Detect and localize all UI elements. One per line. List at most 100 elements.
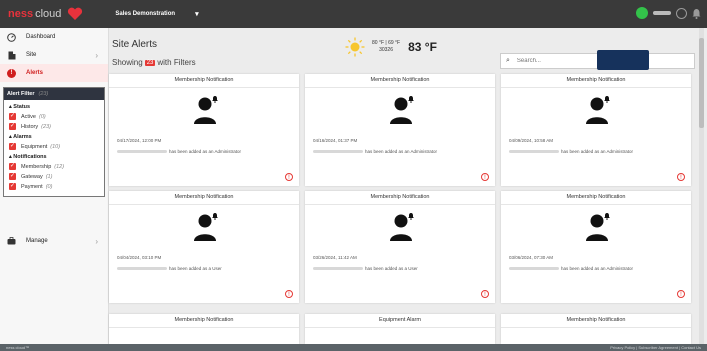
email-redacted bbox=[509, 150, 559, 153]
site-selector[interactable]: Sales Demonstration ▾ bbox=[115, 10, 198, 18]
count-badge: 23 bbox=[144, 59, 156, 66]
sidebar-item-dashboard[interactable]: Dashboard bbox=[0, 28, 108, 46]
bell-icon[interactable] bbox=[692, 8, 701, 19]
alert-card-title: Membership Notification bbox=[109, 74, 299, 88]
alert-count-summary: Showing 23 with Filters bbox=[112, 58, 196, 67]
user-bell-icon bbox=[390, 96, 414, 124]
filter-item-label: Payment bbox=[21, 183, 43, 190]
sidebar-item-manage[interactable]: Manage › bbox=[0, 232, 108, 250]
sidebar-item-label: Site bbox=[26, 52, 37, 58]
filter-item-label: Membership bbox=[21, 163, 52, 170]
user-bell-icon bbox=[194, 213, 218, 241]
alert-filter-title: Alert Filter bbox=[7, 91, 35, 97]
briefcase-icon bbox=[7, 237, 16, 246]
alert-message-text: has been added as a User bbox=[365, 266, 418, 271]
alert-card[interactable]: Membership Notification bbox=[501, 314, 691, 344]
alert-card-title: Membership Notification bbox=[109, 191, 299, 205]
sidebar-item-alerts[interactable]: ! Alerts bbox=[0, 64, 108, 82]
user-bell-icon bbox=[586, 96, 610, 124]
filter-item-equipment[interactable]: ✓ Equipment (10) bbox=[9, 143, 104, 150]
checkbox[interactable]: ✓ bbox=[9, 163, 16, 170]
brand-name-part2: cloud bbox=[35, 8, 62, 20]
header-actions bbox=[636, 7, 701, 19]
filter-group-label: Alarms bbox=[13, 134, 32, 140]
email-redacted bbox=[509, 267, 559, 270]
filter-item-membership[interactable]: ✓ Membership (12) bbox=[9, 163, 104, 170]
checkbox[interactable]: ✓ bbox=[9, 183, 16, 190]
top-bar: ness cloud Sales Demonstration ▾ bbox=[0, 0, 707, 28]
chevron-right-icon: › bbox=[95, 236, 98, 246]
alert-card-title: Membership Notification bbox=[501, 314, 691, 328]
checkbox[interactable]: ✓ bbox=[9, 113, 16, 120]
alert-card[interactable]: Membership Notification 04/04/2024, 03:1… bbox=[109, 191, 299, 303]
alert-card[interactable]: Membership Notification 04/09/2024, 10:5… bbox=[501, 74, 691, 186]
filter-group-label: Notifications bbox=[13, 154, 47, 160]
user-bell-icon bbox=[586, 213, 610, 241]
weather-details: 80 °F | 69 °F 30326 bbox=[372, 40, 400, 54]
warning-icon[interactable]: ! bbox=[285, 290, 293, 298]
alert-card-title: Membership Notification bbox=[305, 191, 495, 205]
scrollbar-thumb[interactable] bbox=[699, 38, 704, 128]
filter-item-label: Equipment bbox=[21, 143, 48, 150]
alert-card[interactable]: Membership Notification bbox=[109, 314, 299, 344]
heart-logo-icon bbox=[68, 7, 83, 20]
page-title: Site Alerts bbox=[112, 39, 158, 50]
filter-item-active[interactable]: ✓ Active (0) bbox=[9, 113, 104, 120]
alert-card[interactable]: Membership Notification 04/16/2024, 01:3… bbox=[305, 74, 495, 186]
email-redacted bbox=[313, 150, 363, 153]
globe-icon[interactable] bbox=[636, 7, 648, 19]
warning-icon[interactable]: ! bbox=[481, 290, 489, 298]
warning-icon[interactable]: ! bbox=[481, 173, 489, 181]
user-name-redacted bbox=[653, 11, 671, 15]
logo[interactable]: ness cloud bbox=[8, 7, 83, 21]
filter-item-count: (12) bbox=[54, 163, 65, 170]
main-content: Site Alerts Showing 23 with Filters 80 °… bbox=[109, 28, 697, 344]
email-redacted bbox=[313, 267, 363, 270]
filter-item-payment[interactable]: ✓ Payment (0) bbox=[9, 183, 104, 190]
filter-item-label: History bbox=[21, 123, 39, 130]
alert-timestamp: 03/26/2024, 11:42 AM bbox=[313, 255, 357, 260]
footer: ness cloud™ Privacy Policy | Subscriber … bbox=[0, 344, 707, 351]
alert-card-title: Membership Notification bbox=[305, 74, 495, 88]
alert-card[interactable]: Membership Notification 03/06/2024, 07:3… bbox=[501, 191, 691, 303]
search-input[interactable] bbox=[514, 57, 599, 65]
weather-widget: 80 °F | 69 °F 30326 83 °F bbox=[345, 37, 437, 57]
alert-card-title: Membership Notification bbox=[501, 191, 691, 205]
filter-item-history[interactable]: ✓ History (23) bbox=[9, 123, 104, 130]
filter-group-alarms[interactable]: ▴ Alarms bbox=[9, 134, 104, 140]
alert-message: has been added as an Administrator bbox=[313, 149, 437, 154]
user-avatar-icon[interactable] bbox=[676, 7, 687, 19]
sun-icon bbox=[345, 37, 365, 57]
search-box[interactable]: ⌕ bbox=[500, 50, 695, 70]
warning-icon[interactable]: ! bbox=[677, 290, 685, 298]
alert-timestamp: 04/04/2024, 03:10 PM bbox=[117, 255, 162, 260]
checkbox[interactable]: ✓ bbox=[9, 143, 16, 150]
chevron-right-icon: › bbox=[95, 50, 98, 60]
filter-group-notifications[interactable]: ▴ Notifications bbox=[9, 154, 104, 160]
current-temperature: 83 °F bbox=[408, 40, 437, 54]
alert-message-text: has been added as an Administrator bbox=[561, 149, 634, 154]
warning-icon[interactable]: ! bbox=[677, 173, 685, 181]
sidebar-item-label: Alerts bbox=[26, 70, 44, 76]
scrollbar[interactable] bbox=[699, 28, 704, 344]
alert-message: has been added as an Administrator bbox=[117, 149, 241, 154]
warning-icon[interactable]: ! bbox=[285, 173, 293, 181]
alert-card[interactable]: Equipment Alarm bbox=[305, 314, 495, 344]
checkbox[interactable]: ✓ bbox=[9, 173, 16, 180]
weather-zip: 30326 bbox=[379, 47, 393, 53]
alert-timestamp: 04/17/2024, 12:00 PM bbox=[117, 138, 162, 143]
checkbox[interactable]: ✓ bbox=[9, 123, 16, 130]
filter-item-count: (10) bbox=[50, 143, 61, 150]
email-redacted bbox=[117, 150, 167, 153]
alert-card[interactable]: Membership Notification 03/26/2024, 11:4… bbox=[305, 191, 495, 303]
filter-item-gateway[interactable]: ✓ Gateway (1) bbox=[9, 173, 104, 180]
redacted-overlay bbox=[597, 50, 649, 70]
alert-message-text: has been added as a User bbox=[169, 266, 222, 271]
filter-item-count: (0) bbox=[45, 183, 53, 190]
filter-group-label: Status bbox=[13, 104, 31, 110]
filter-item-count: (1) bbox=[45, 173, 53, 180]
footer-links[interactable]: Privacy Policy | Subscriber Agreement | … bbox=[610, 345, 701, 350]
filter-group-status[interactable]: ▴ Status bbox=[9, 104, 104, 110]
alert-card[interactable]: Membership Notification 04/17/2024, 12:0… bbox=[109, 74, 299, 186]
sidebar-item-site[interactable]: Site › bbox=[0, 46, 108, 64]
